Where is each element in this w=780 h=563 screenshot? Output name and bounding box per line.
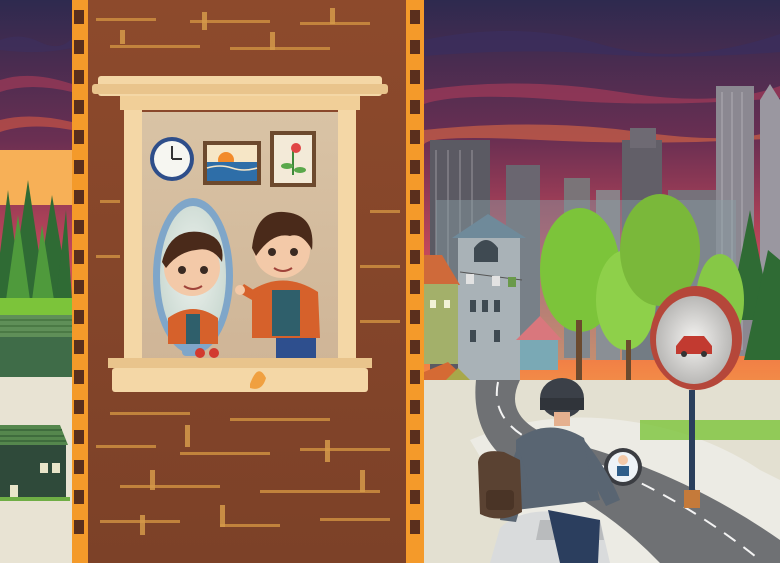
sunset-picture-icon <box>203 141 261 185</box>
illustration-scene <box>0 0 780 563</box>
clock-icon <box>150 137 194 181</box>
right-panel-city-road <box>423 0 780 563</box>
farm-house <box>0 425 70 501</box>
church-building <box>452 214 526 380</box>
flower-picture-icon <box>270 131 316 187</box>
left-panel-countryside <box>0 0 72 563</box>
backpack-icon <box>478 451 522 519</box>
window <box>92 76 388 392</box>
apple <box>195 348 205 358</box>
apple <box>209 348 219 358</box>
center-panel-brick-wall <box>72 0 424 563</box>
